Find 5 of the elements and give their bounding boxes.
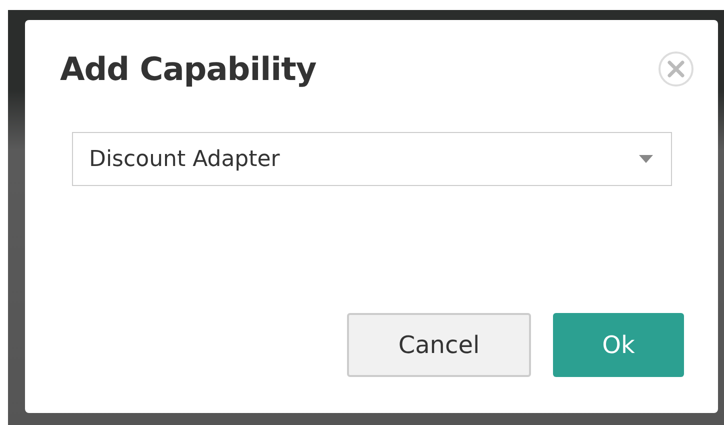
close-icon[interactable] [658,51,694,87]
caret-icon [639,155,653,163]
cancel-button[interactable]: Cancel [347,313,531,377]
dialog-title: Add Capability [60,50,316,88]
capability-select[interactable]: Discount Adapter [72,132,672,186]
